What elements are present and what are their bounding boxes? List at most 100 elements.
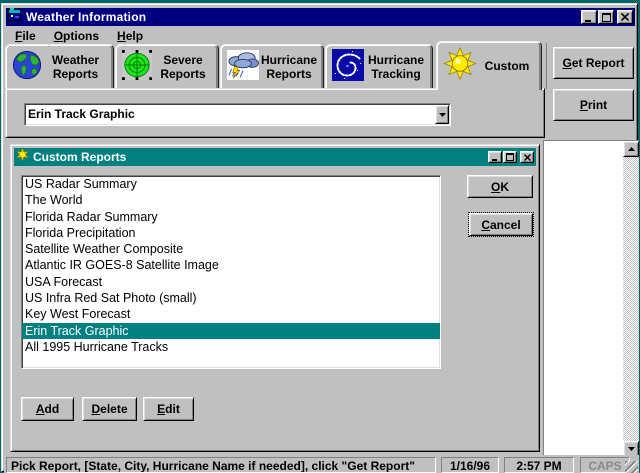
custom-reports-list[interactable]: US Radar Summary The World Florida Radar… [21,175,441,369]
minimize-icon [585,19,591,22]
sun-icon [443,46,477,85]
tabstrip-edge [546,43,547,89]
maximize-button[interactable] [598,10,614,24]
status-caps-indicator: CAPS [580,457,630,473]
label-post: rint [587,98,608,112]
label-post: et Report [571,56,625,70]
label-accel: A [35,402,45,416]
tab-label: Weather Reports [42,53,113,81]
tab-label: Custom [477,59,541,73]
resize-grip[interactable] [625,461,638,473]
dropdown-arrow-icon [438,112,446,117]
button-label: Delete [91,402,127,416]
get-report-button[interactable]: Get Report [553,47,634,79]
label-line1: Custom [484,59,530,73]
tab-severe-reports[interactable]: Severe Reports [115,44,219,89]
arrow-up-icon [627,147,635,151]
status-message: Pick Report, [State, City, Hurricane Nam… [6,457,436,473]
list-item[interactable]: The World [22,192,440,208]
label-accel: E [157,402,166,416]
button-label: Cancel [481,218,520,232]
ok-button[interactable]: OK [467,175,533,198]
list-item[interactable]: Atlantic IR GOES-8 Satellite Image [22,257,440,273]
minimize-icon [491,159,497,161]
list-item[interactable]: Satellite Weather Composite [22,241,440,257]
menu-help[interactable]: Help [108,28,152,45]
label-accel: O [490,179,501,194]
status-time: 2:57 PM [504,457,574,473]
list-item[interactable]: US Infra Red Sat Photo (small) [22,290,440,306]
label-post: elp [125,29,144,43]
maximize-icon [601,12,611,22]
radar-icon [122,49,152,85]
dialog-minimize-button[interactable] [488,151,502,163]
custom-reports-dialog: Custom Reports US Radar Summary The Worl… [10,144,540,452]
label-accel: O [53,29,64,43]
list-item[interactable]: Key West Forecast [22,306,440,322]
tab-label: Severe Reports [152,53,218,81]
close-icon [523,153,531,161]
edit-button[interactable]: Edit [143,397,194,421]
label-accel: G [562,56,572,70]
desktop: Weather Information File Options Help We… [0,0,640,473]
dialog-maximize-button[interactable] [503,151,517,163]
small-sun-icon [16,147,29,166]
label-line1: Weather [51,53,100,67]
label-post: ptions [63,29,100,43]
button-label: Get Report [562,56,624,70]
list-item[interactable]: USA Forecast [22,274,440,290]
tab-hurricane-reports[interactable]: Hurricane Reports [220,44,324,89]
combobox-dropdown-button[interactable] [435,105,449,124]
vertical-scrollbar[interactable] [623,141,639,457]
menu-file[interactable]: File [6,28,45,45]
label-post: dd [44,402,60,416]
hurricane-icon [332,48,364,86]
window-title: Weather Information [26,10,147,24]
label-line1: Severe [163,53,203,67]
close-button[interactable] [617,10,633,24]
label-post: ile [22,29,36,43]
list-item[interactable]: Florida Radar Summary [22,209,440,225]
arrow-down-icon [627,447,635,451]
dialog-title: Custom Reports [33,150,127,164]
globe-icon [12,50,42,85]
list-item-selected[interactable]: Erin Track Graphic [22,322,440,339]
label-post: ancel [489,217,521,232]
window-titlebar[interactable]: Weather Information [6,7,635,27]
maximize-icon [506,153,514,161]
close-icon [621,13,629,21]
minimize-button[interactable] [581,10,597,24]
label-line2: Reports [266,67,312,81]
label-accel: P [579,98,588,112]
button-label: Edit [157,402,180,416]
print-button[interactable]: Print [553,89,634,121]
tab-label: Hurricane Tracking [364,53,432,81]
weather-app-icon [8,7,22,27]
dialog-titlebar[interactable]: Custom Reports [14,147,536,166]
status-date: 1/16/96 [441,457,499,473]
cancel-button[interactable]: Cancel [468,212,534,237]
label-line1: Hurricane [260,53,318,67]
dialog-close-button[interactable] [520,151,534,163]
list-item[interactable]: Florida Precipitation [22,225,440,241]
label-accel: C [481,217,490,232]
tab-custom[interactable]: Custom [436,41,542,90]
storm-icon [227,49,259,85]
scroll-up-button[interactable] [623,141,639,157]
tab-weather-reports[interactable]: Weather Reports [5,44,114,89]
report-view-area [543,140,639,457]
report-combobox[interactable]: Erin Track Graphic [24,103,451,126]
tab-hurricane-tracking[interactable]: Hurricane Tracking [325,44,433,89]
weather-information-window: Weather Information File Options Help We… [1,3,639,473]
statusbar: Pick Report, [State, City, Hurricane Nam… [4,455,639,473]
list-item[interactable]: All 1995 Hurricane Tracks [22,339,440,355]
button-label: OK [491,180,509,194]
label-accel: D [91,402,101,416]
delete-button[interactable]: Delete [82,397,137,421]
add-button[interactable]: Add [21,397,74,421]
menu-options[interactable]: Options [45,28,108,45]
tab-label: Hurricane Reports [259,53,323,81]
list-item[interactable]: US Radar Summary [22,176,440,192]
label-line2: Reports [52,67,99,81]
combobox-value[interactable]: Erin Track Graphic [28,106,432,123]
